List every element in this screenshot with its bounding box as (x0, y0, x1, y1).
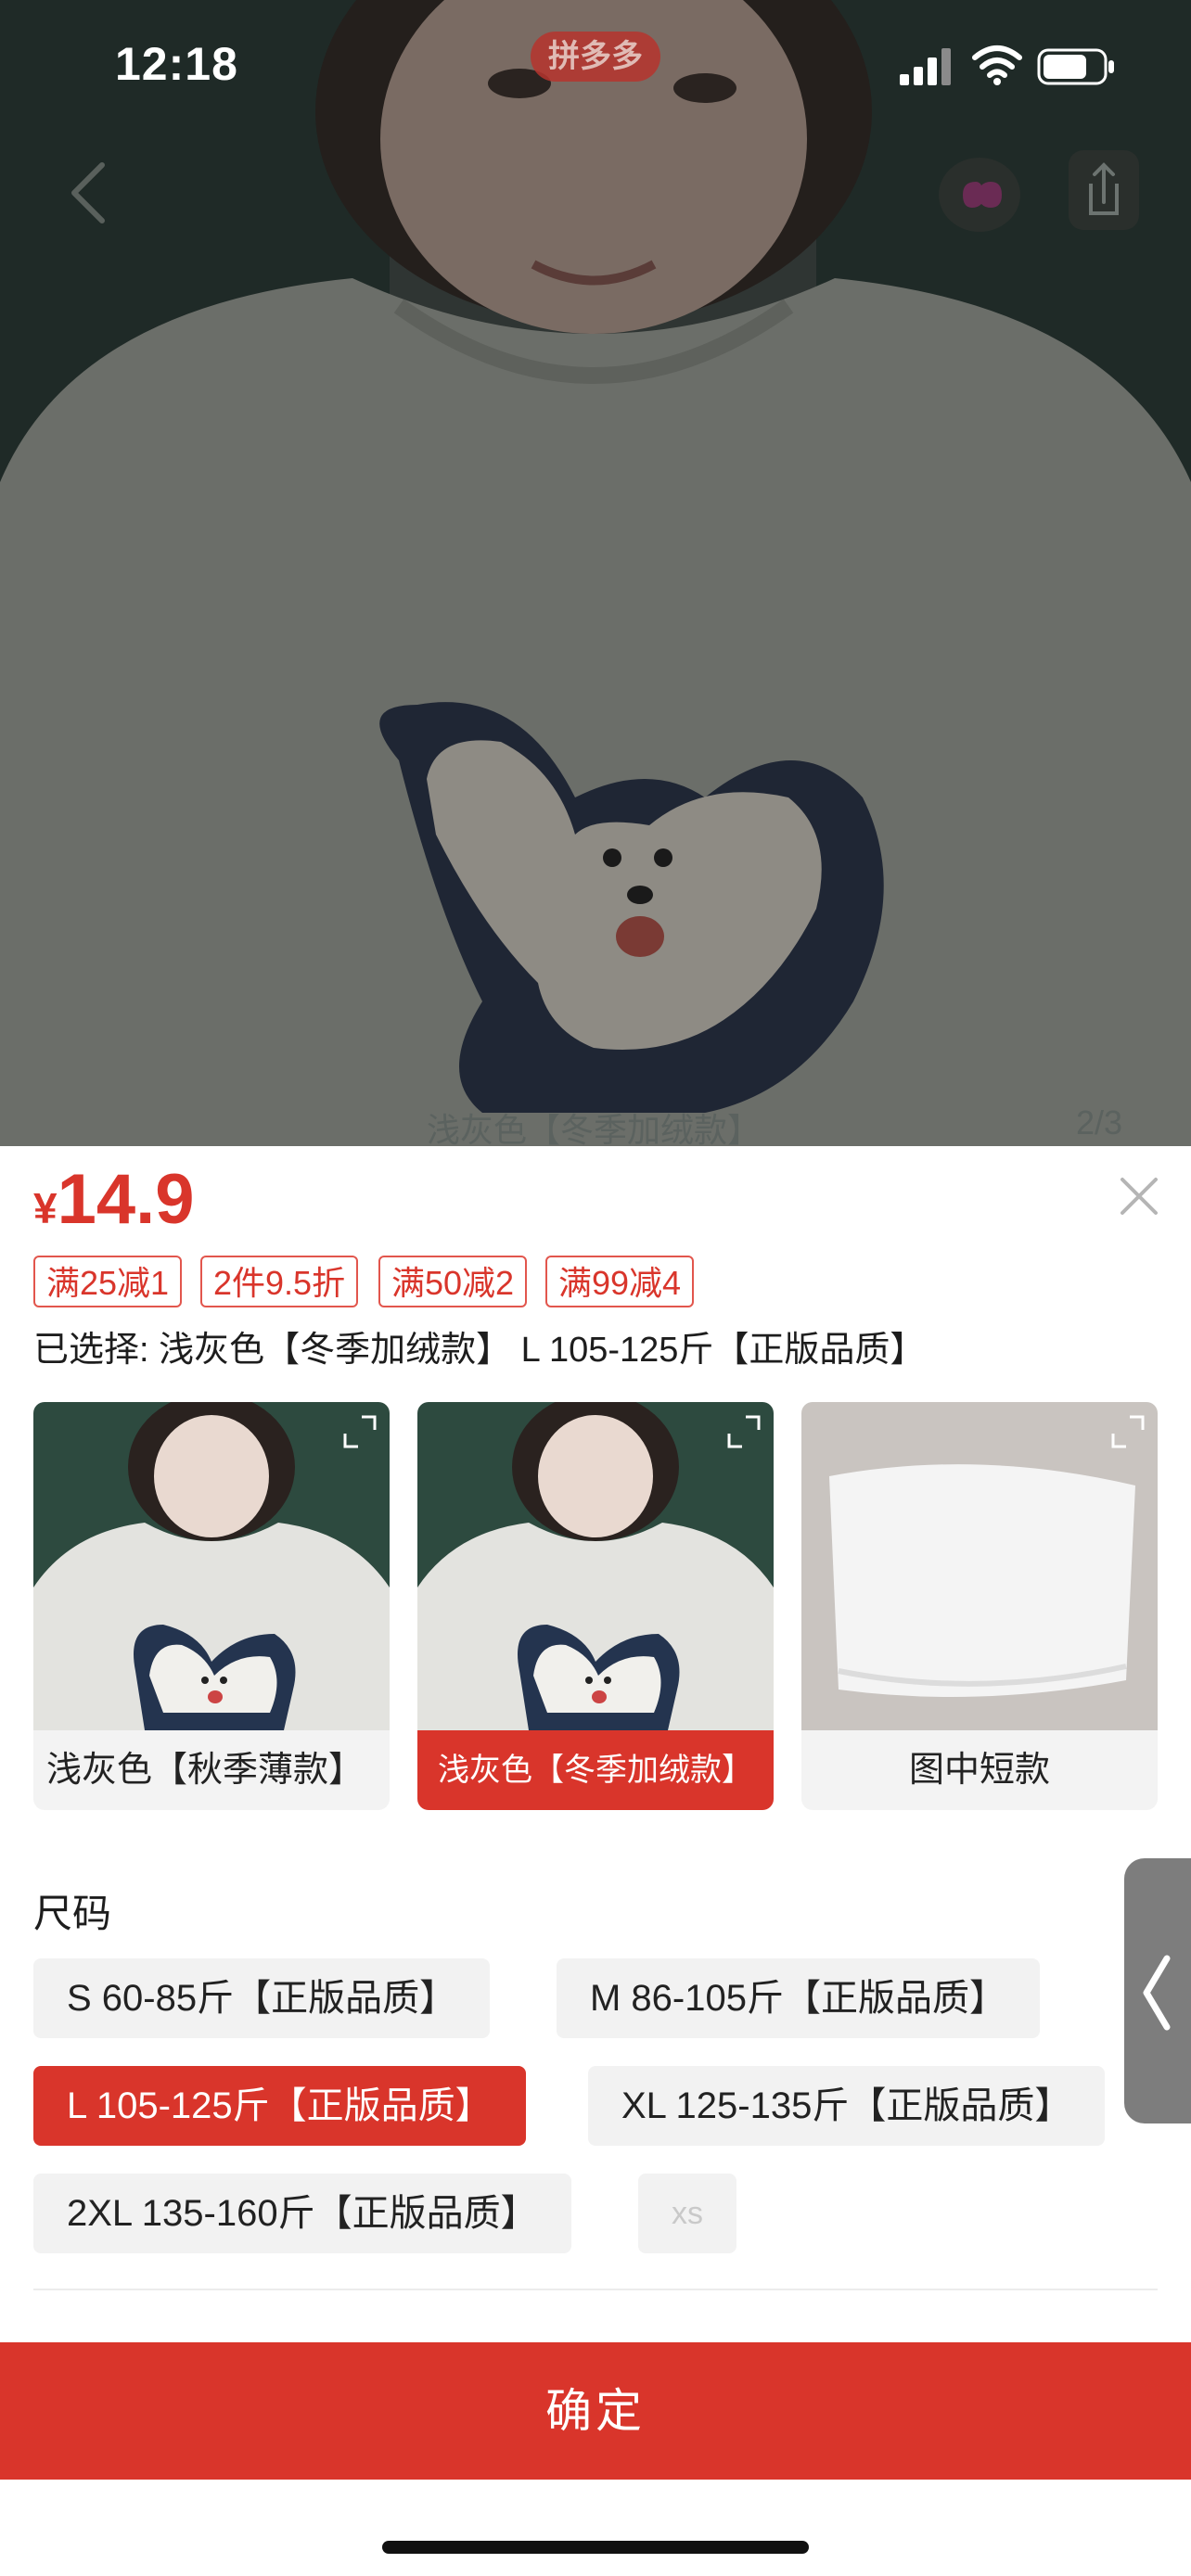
chevron-left-icon (1143, 1955, 1171, 2031)
promo-tag: 满50减2 (378, 1256, 528, 1307)
battery-icon (1037, 48, 1114, 85)
price-amount: 14.9 (57, 1160, 195, 1239)
size-option-2xl[interactable]: 2XL 135-160斤【正版品质】 (33, 2174, 571, 2253)
variant-card-autumn[interactable]: 浅灰色【秋季薄款】 (33, 1402, 390, 1810)
promo-tag: 满99减4 (545, 1256, 695, 1307)
promo-tag: 2件9.5折 (200, 1256, 359, 1307)
price: ¥14.9 (33, 1159, 195, 1240)
app-logo-icon[interactable] (937, 156, 1022, 234)
size-heading: 尺码 (33, 1892, 112, 1935)
home-indicator (382, 2541, 809, 2554)
photo-counter: 2/3 (1076, 1103, 1123, 1141)
close-icon[interactable] (1113, 1170, 1165, 1222)
expand-icon[interactable] (1106, 1409, 1150, 1454)
share-icon[interactable] (1067, 148, 1141, 232)
price-currency: ¥ (33, 1184, 58, 1232)
expand-icon[interactable] (722, 1409, 766, 1454)
variant-card-short[interactable]: 图中短款 (801, 1402, 1158, 1810)
photo-caption: 浅灰色【冬季加绒款】 (426, 1111, 761, 1149)
back-icon[interactable] (56, 156, 121, 230)
expand-icon[interactable] (338, 1409, 382, 1454)
size-option-l[interactable]: L 105-125斤【正版品质】 (33, 2066, 526, 2146)
variant-card-winter[interactable]: 浅灰色【冬季加绒款】 (417, 1402, 774, 1810)
variant-label: 图中短款 (908, 1751, 1050, 1790)
variant-label: 浅灰色【冬季加绒款】 (417, 1730, 774, 1810)
size-option-m[interactable]: M 86-105斤【正版品质】 (557, 1958, 1040, 2038)
app-badge: 拼多多 (531, 32, 660, 82)
variant-label: 浅灰色【秋季薄款】 (46, 1751, 365, 1790)
variant-thumbnail (801, 1402, 1158, 1730)
size-option-xs: xs (638, 2174, 736, 2253)
divider (33, 2289, 1158, 2290)
promo-tag: 满25减1 (33, 1256, 183, 1307)
side-drawer-tab[interactable] (1124, 1858, 1191, 2123)
variant-thumbnail (33, 1402, 390, 1730)
wifi-icon (972, 45, 1022, 85)
selected-summary: 已选择: 浅灰色【冬季加绒款】 L 105-125斤【正版品质】 (33, 1331, 926, 1370)
variant-thumbnail (417, 1402, 774, 1730)
signal-icon (900, 48, 951, 85)
status-time: 12:18 (115, 38, 238, 90)
size-option-s[interactable]: S 60-85斤【正版品质】 (33, 1958, 491, 2038)
size-option-xl[interactable]: XL 125-135斤【正版品质】 (588, 2066, 1106, 2146)
confirm-button[interactable]: 确定 (0, 2342, 1191, 2480)
